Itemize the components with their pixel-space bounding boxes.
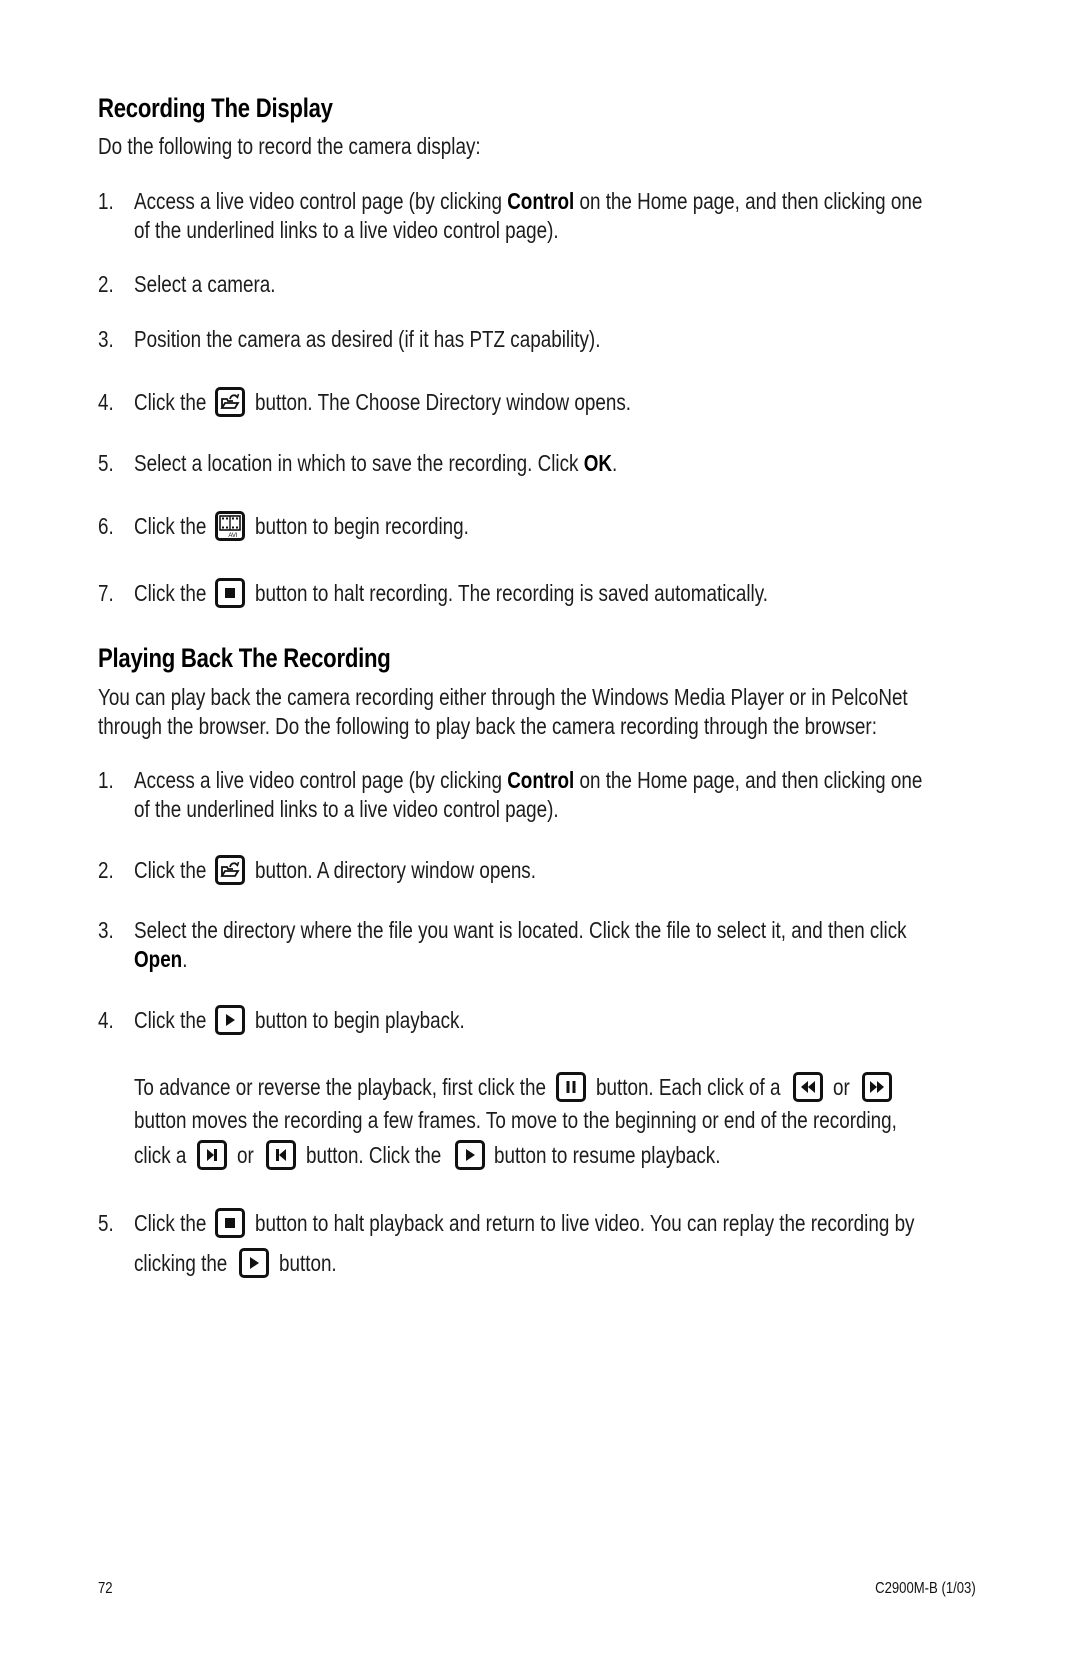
step-text: . [182, 946, 188, 972]
step-number: 3. [98, 917, 114, 943]
step-6: Click the AVI button to begin recording. [134, 510, 516, 543]
step-text: button to begin recording. [254, 513, 469, 539]
step-1: Access a live video control page (by cli… [134, 187, 922, 245]
ok-term: OK [583, 450, 613, 476]
step-1: Access a live video control page (by cli… [134, 766, 922, 824]
skip-to-end-icon [197, 1139, 228, 1170]
step-3: Select the directory where the file you … [134, 916, 907, 974]
play-icon [454, 1139, 485, 1170]
pause-icon [556, 1071, 587, 1102]
svg-text:AVI: AVI [229, 533, 239, 538]
step-2: Select a camera. [134, 271, 276, 297]
step-number: 5. [98, 1210, 114, 1236]
control-term: Control [507, 188, 575, 214]
step-text: button. The Choose Directory window open… [254, 389, 631, 415]
intro-line: You can play back the camera recording e… [98, 684, 908, 710]
step-5: Select a location in which to save the r… [134, 449, 617, 478]
section-intro: Do the following to record the camera di… [98, 133, 481, 159]
fast-forward-icon [861, 1071, 892, 1102]
section-heading-playback: Playing Back The Recording [98, 643, 455, 674]
note-text: button. Each click of a [595, 1074, 781, 1100]
step-text: button. [278, 1250, 337, 1276]
record-avi-icon: AVI [215, 510, 246, 541]
step-5: Click the button to halt playback and re… [134, 1207, 1059, 1240]
step-text: Click the [134, 1210, 207, 1236]
step-number: 6. [98, 513, 114, 539]
step-text: Click the [134, 1007, 207, 1033]
advance-note-line-1: To advance or reverse the playback, firs… [134, 1071, 895, 1104]
advance-note-line-3: click a or button. Click the button to r… [134, 1139, 771, 1172]
step-3: Position the camera as desired (if it ha… [134, 326, 601, 352]
note-text: button to resume playback. [494, 1142, 721, 1168]
step-text: on the Home page, and then clicking one [574, 767, 923, 793]
note-text: or [236, 1142, 254, 1168]
open-folder-icon [215, 386, 246, 417]
play-icon [215, 1004, 246, 1035]
step-text: of the underlined links to a live video … [134, 217, 559, 243]
step-2: Click the button. A directory window ope… [134, 854, 597, 887]
heading-text: Playing Back The Recording [98, 643, 391, 673]
step-text: . [612, 450, 618, 476]
step-text: Select a location in which to save the r… [134, 450, 584, 476]
step-7: Click the button to halt recording. The … [134, 577, 880, 610]
heading-text: Recording The Display [98, 93, 333, 123]
step-4: Click the button to begin playback. [134, 1004, 511, 1037]
document-id: C2900M-B (1/03) [875, 1580, 976, 1597]
skip-to-beginning-icon [266, 1139, 297, 1170]
stop-icon [215, 1207, 246, 1238]
step-number: 4. [98, 1007, 114, 1033]
step-text: Click the [134, 580, 207, 606]
step-text: Select the directory where the file you … [134, 917, 907, 943]
step-number: 7. [98, 580, 114, 606]
open-folder-icon [215, 854, 246, 885]
step-text: button. A directory window opens. [254, 857, 536, 883]
open-term: Open [134, 946, 183, 972]
step-text: button to halt recording. The recording … [254, 580, 768, 606]
step-text: Click the [134, 513, 207, 539]
play-icon [239, 1247, 270, 1278]
step-text: button to halt playback and return to li… [254, 1210, 915, 1236]
step-text: Click the [134, 857, 207, 883]
step-number: 2. [98, 271, 114, 297]
control-term: Control [507, 767, 575, 793]
advance-note-line-2: button moves the recording a few frames.… [134, 1107, 897, 1133]
intro-line: through the browser. Do the following to… [98, 713, 877, 739]
note-text: click a [134, 1142, 187, 1168]
step-text: Click the [134, 389, 207, 415]
step-text: Access a live video control page (by cli… [134, 188, 508, 214]
step-text: button to begin playback. [254, 1007, 465, 1033]
step-number: 1. [98, 767, 114, 793]
section-intro: You can play back the camera recording e… [98, 683, 908, 741]
step-text: clicking the [134, 1250, 228, 1276]
note-text: To advance or reverse the playback, firs… [134, 1074, 546, 1100]
note-text: or [832, 1074, 850, 1100]
step-number: 1. [98, 188, 114, 214]
manual-page: Recording The Display Do the following t… [0, 0, 1080, 1669]
step-number: 2. [98, 857, 114, 883]
section-heading-recording: Recording The Display [98, 93, 384, 124]
step-text: Access a live video control page (by cli… [134, 767, 508, 793]
page-number: 72 [98, 1580, 113, 1597]
step-5-line-2: clicking the button. [134, 1247, 349, 1280]
step-4: Click the button. The Choose Directory w… [134, 386, 713, 419]
rewind-icon [793, 1071, 824, 1102]
step-number: 4. [98, 389, 114, 415]
step-number: 5. [98, 450, 114, 476]
step-number: 3. [98, 326, 114, 352]
step-text: on the Home page, and then clicking one [574, 188, 923, 214]
step-text: of the underlined links to a live video … [134, 796, 559, 822]
note-text: button. Click the [305, 1142, 441, 1168]
stop-icon [215, 577, 246, 608]
